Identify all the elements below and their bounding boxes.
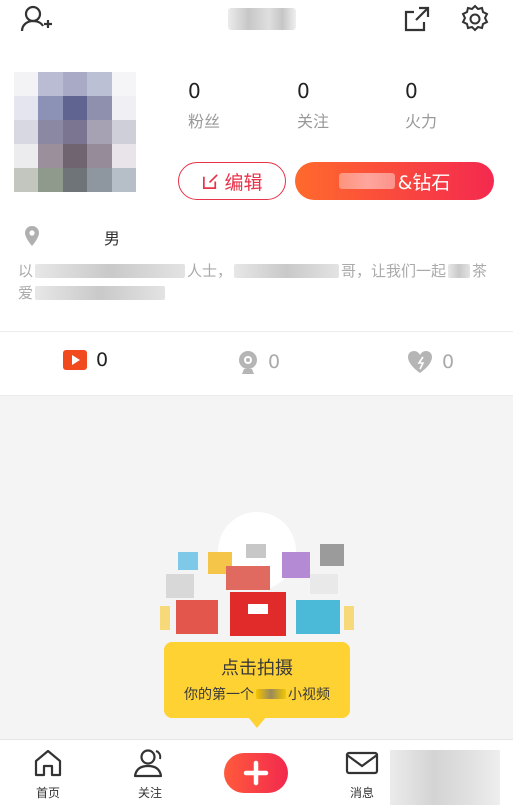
person-plus-icon[interactable] — [20, 2, 54, 36]
prompt-subtitle: 你的第一个 小视频 — [164, 684, 350, 704]
location-pin-icon — [25, 226, 39, 246]
video-play-icon — [63, 350, 87, 370]
mail-icon — [345, 751, 379, 775]
top-bar — [0, 0, 513, 40]
prompt-subtitle-start: 你的第一个 — [184, 687, 254, 703]
stat-value: 0 — [188, 79, 201, 103]
avatar[interactable] — [14, 72, 136, 192]
blurred-text — [234, 264, 340, 278]
live-count: 0 — [268, 351, 281, 373]
empty-content-area: 点击拍摄 你的第一个 小视频 — [0, 396, 513, 739]
bio-fragment: 哥，让我们一起 — [341, 262, 447, 280]
blurred-text — [35, 286, 166, 300]
blurred-text — [338, 173, 395, 189]
nav-label: 关注 — [137, 786, 162, 800]
stat-following[interactable]: 0 关注 — [297, 78, 329, 132]
webcam-icon — [239, 351, 257, 374]
profile-stats: 0 粉丝 0 关注 0 火力 — [188, 78, 488, 138]
nav-following[interactable]: 关注 — [120, 748, 180, 801]
edit-profile-button[interactable]: 编辑 — [178, 162, 286, 200]
shoot-illustration[interactable] — [160, 544, 356, 640]
stat-label: 关注 — [297, 112, 330, 131]
gender-label: 男 — [104, 229, 121, 248]
tab-live[interactable]: 0 — [236, 349, 280, 375]
nav-label: 消息 — [349, 786, 374, 800]
stat-value: 0 — [405, 79, 418, 103]
home-icon — [34, 749, 62, 777]
blurred-text — [35, 264, 186, 278]
videos-count: 0 — [96, 349, 109, 371]
vip-diamond-button[interactable]: &钻石 — [295, 162, 494, 200]
bio-fragment: 爱 — [18, 284, 34, 302]
edit-icon — [203, 173, 219, 189]
bio-fragment: 以 — [18, 262, 34, 280]
likes-count: 0 — [442, 351, 455, 373]
page-title-blurred — [228, 8, 296, 30]
stat-value: 0 — [297, 79, 310, 103]
bottom-nav: 首页 关注 消息 — [0, 739, 513, 805]
prompt-subtitle-end: 小视频 — [288, 687, 330, 703]
bio-fragment: 茶 — [472, 262, 488, 280]
tab-likes[interactable]: 0 — [406, 349, 454, 375]
bio-text: 以 人士， 哥，让我们一起 茶 爱 — [18, 260, 498, 304]
plus-icon — [243, 760, 269, 786]
nav-label: 首页 — [35, 786, 60, 800]
content-tabs: 0 0 0 — [0, 333, 513, 395]
stat-label: 粉丝 — [188, 112, 221, 131]
create-video-button[interactable] — [224, 753, 288, 793]
heart-icon — [408, 351, 432, 373]
blurred-text — [256, 689, 286, 699]
gear-icon[interactable] — [458, 2, 492, 36]
divider — [0, 331, 513, 332]
stat-fans[interactable]: 0 粉丝 — [188, 78, 220, 132]
people-icon — [133, 749, 163, 778]
nav-messages[interactable]: 消息 — [332, 748, 392, 801]
prompt-title: 点击拍摄 — [221, 658, 293, 679]
share-icon[interactable] — [400, 2, 434, 36]
blurred-text — [448, 264, 471, 278]
tab-videos[interactable]: 0 — [62, 349, 108, 371]
nav-home[interactable]: 首页 — [18, 748, 78, 801]
stat-label: 火力 — [405, 112, 438, 131]
nav-profile-blurred[interactable] — [390, 750, 500, 805]
bio-fragment: 人士， — [187, 262, 233, 280]
shoot-prompt[interactable]: 点击拍摄 你的第一个 小视频 — [164, 642, 350, 728]
vip-button-label: &钻石 — [397, 171, 451, 194]
stat-firepower[interactable]: 0 火力 — [405, 78, 437, 132]
edit-button-label: 编辑 — [224, 171, 263, 194]
